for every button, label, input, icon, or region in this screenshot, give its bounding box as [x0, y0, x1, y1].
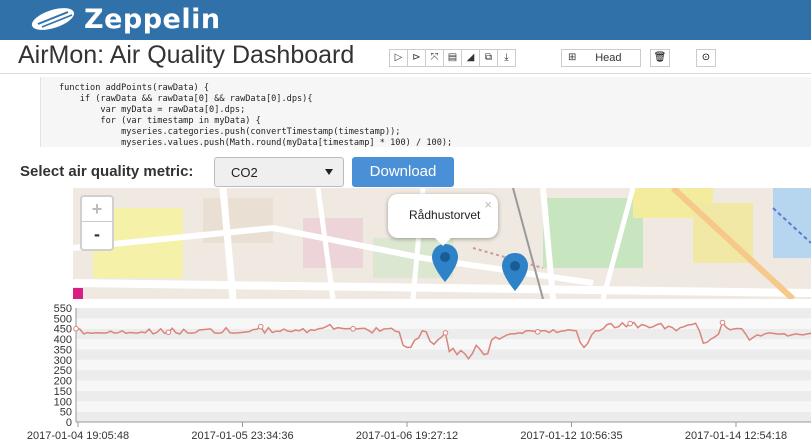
code-line: function addPoints(rawData) {	[59, 83, 210, 93]
data-point-marker	[627, 320, 633, 327]
code-editor[interactable]: function addPoints(rawData) { if (rawDat…	[40, 77, 811, 147]
data-point-marker	[534, 329, 541, 335]
map-marker-icon[interactable]	[501, 252, 529, 292]
zoom-out-button[interactable]: -	[82, 222, 112, 246]
brand-name[interactable]: Zeppelin	[84, 4, 221, 35]
clear-output-icon[interactable]: ▤	[443, 49, 462, 67]
code-line: for (var timestamp in myData) {	[59, 116, 261, 126]
y-tick-label: 500	[54, 313, 72, 325]
map-popup-tip	[435, 238, 451, 246]
data-point-marker	[719, 319, 726, 326]
data-point-marker	[165, 329, 172, 336]
y-tick-label: 50	[60, 407, 72, 419]
grid-band	[76, 349, 811, 360]
x-tick-label: 2017-01-12 10:56:35	[520, 430, 622, 442]
grid-band	[76, 411, 811, 422]
top-navbar: Zeppelin	[0, 0, 811, 40]
map-popup: Rådhustorvet ×	[388, 194, 498, 246]
data-point-marker	[442, 330, 449, 336]
y-tick-label: 200	[54, 376, 72, 388]
zeppelin-logo-icon[interactable]	[28, 6, 78, 32]
notebook-title[interactable]: AirMon: Air Quality Dashboard	[18, 41, 354, 70]
x-tick-label: 2017-01-14 12:54:18	[685, 430, 787, 442]
notebook-toolbar: ▷ ⊳ ⤧ ▤ ◢ ⧉ ⤓	[389, 49, 516, 67]
show-hide-output-icon[interactable]: ⤧	[425, 49, 444, 67]
co2-line-chart: 050100150200250300350400450500550 2017-0…	[27, 303, 811, 442]
grid-band	[76, 380, 811, 391]
toolbar-divider	[0, 73, 811, 74]
y-tick-label: 550	[54, 303, 72, 315]
chevron-down-icon	[325, 169, 333, 175]
zoom-in-button[interactable]: +	[82, 197, 112, 222]
metric-select-label: Select air quality metric:	[20, 163, 194, 180]
y-tick-label: 350	[54, 344, 72, 356]
metric-select-value: CO2	[231, 164, 258, 180]
clone-icon[interactable]: ⧉	[479, 49, 498, 67]
x-tick-label: 2017-01-04 19:05:48	[27, 430, 129, 442]
y-tick-label: 450	[54, 324, 72, 336]
y-tick-label: 150	[54, 386, 72, 398]
data-point-marker	[73, 325, 79, 332]
code-line: myseries.values.push(Math.round(myData[t…	[59, 138, 453, 147]
grid-band	[76, 390, 811, 402]
code-line: var myData = rawData[0].dps;	[59, 105, 246, 115]
export-icon[interactable]: ⤓	[497, 49, 516, 67]
code-block: function addPoints(rawData) { if (rawDat…	[41, 77, 811, 147]
metric-select[interactable]: CO2	[214, 157, 344, 187]
data-point-marker	[350, 325, 356, 332]
trash-icon[interactable]: 🗑	[650, 49, 670, 67]
grid-band	[76, 339, 811, 350]
head-label: Head	[595, 52, 622, 64]
y-axis-ticks: 050100150200250300350400450500550	[54, 303, 72, 429]
x-axis-ticks: 2017-01-04 19:05:48 2017-01-05 23:34:36 20…	[27, 422, 787, 442]
data-point-marker	[257, 323, 264, 330]
download-button[interactable]: Download	[352, 157, 454, 187]
version-icon: ⊞	[568, 52, 577, 63]
show-hide-code-icon[interactable]: ⊳	[407, 49, 426, 67]
y-tick-label: 250	[54, 365, 72, 377]
eraser-icon[interactable]: ◢	[461, 49, 480, 67]
version-head-button[interactable]: ⊞ Head	[561, 49, 642, 67]
clock-icon[interactable]: ⊙	[696, 49, 716, 67]
y-tick-label: 400	[54, 334, 72, 346]
map-popup-text: Rådhustorvet	[409, 208, 481, 222]
x-tick-label: 2017-01-05 23:34:36	[191, 430, 293, 442]
grid-band	[76, 308, 811, 319]
y-tick-label: 0	[66, 417, 72, 429]
x-tick-label: 2017-01-06 19:27:12	[356, 430, 458, 442]
code-line: myseries.categories.push(convertTimestam…	[59, 127, 401, 137]
y-tick-label: 100	[54, 396, 72, 408]
grid-band	[76, 359, 811, 371]
grid-band	[76, 370, 811, 381]
chart-grid	[75, 308, 811, 423]
code-line: if (rawData && rawData[0] && rawData[0].…	[59, 94, 313, 104]
map-marker-icon[interactable]	[431, 243, 459, 283]
y-tick-label: 300	[54, 355, 72, 367]
map-zoom-control: + -	[80, 195, 114, 251]
grid-band	[76, 318, 811, 329]
close-icon[interactable]: ×	[484, 197, 492, 212]
grid-band	[76, 401, 811, 412]
run-all-icon[interactable]: ▷	[389, 49, 408, 67]
